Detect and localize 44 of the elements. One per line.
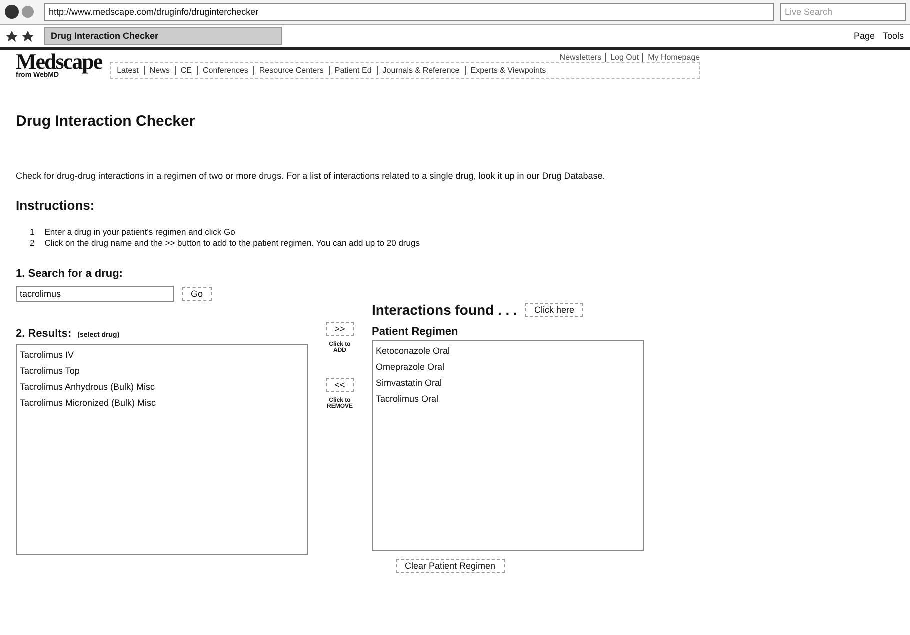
list-option[interactable]: Tacrolimus Anhydrous (Bulk) Misc: [17, 379, 307, 395]
list-option[interactable]: Tacrolimus IV: [17, 347, 307, 363]
top-link[interactable]: Log Out: [604, 53, 640, 62]
top-link[interactable]: My Homepage: [642, 53, 700, 62]
remove-button[interactable]: <<: [326, 378, 354, 392]
step-number: 1: [30, 227, 35, 237]
step-number: 2: [30, 238, 35, 248]
nav-link[interactable]: Patient Ed: [328, 66, 372, 75]
go-button[interactable]: Go: [182, 287, 212, 301]
list-option[interactable]: Tacrolimus Micronized (Bulk) Misc: [17, 395, 307, 411]
step-text: Enter a drug in your patient's regimen and click Go: [44, 227, 236, 237]
page-title: Drug Interaction Checker: [16, 113, 196, 130]
nav-link[interactable]: CE: [174, 66, 192, 75]
list-box[interactable]: Ketoconazole Oral Omeprazole Oral Simvastatin Oral Tacrolimus Oral: [372, 340, 644, 551]
nav-link[interactable]: Journals & Reference: [376, 66, 460, 75]
list-option[interactable]: Simvastatin Oral: [373, 375, 643, 391]
nav-link[interactable]: Experts & Viewpoints: [464, 66, 546, 75]
list-option[interactable]: Ketoconazole Oral: [373, 343, 643, 359]
nav-link[interactable]: Latest: [117, 66, 139, 75]
browser-tab[interactable]: Drug Interaction Checker: [44, 27, 282, 45]
list-option[interactable]: Tacrolimus Top: [17, 363, 307, 379]
toolbar-button[interactable]: Page: [854, 31, 875, 41]
address-bar[interactable]: http://www.medscape.com/druginfo/druginterchecker: [44, 3, 774, 21]
nav-link[interactable]: Conferences: [197, 66, 248, 75]
nav-link[interactable]: Resource Centers: [253, 66, 324, 75]
section-heading: Instructions:: [16, 198, 96, 213]
interactions-label: Interactions found . . .: [372, 302, 518, 318]
intro-text: Check for drug-drug interactions in a regimen of two or more drugs. For a list of interactions related to a single drug, look it up in our Drug Database.: [16, 170, 606, 182]
list-option[interactable]: Omeprazole Oral: [373, 359, 643, 375]
click-here-button[interactable]: Click here: [525, 303, 584, 317]
logo[interactable]: Medscape: [16, 52, 102, 72]
top-link[interactable]: Newsletters: [560, 53, 602, 62]
drug-search-field[interactable]: tacrolimus: [16, 286, 174, 302]
list-box[interactable]: Tacrolimus IV Tacrolimus Top Tacrolimus Anhydrous (Bulk) Misc Tacrolimus Micronized (Bulk) Misc: [16, 344, 308, 555]
search-label: 1. Search for a drug:: [16, 268, 124, 280]
add-button[interactable]: >>: [326, 322, 354, 336]
step-text: Click on the drug name and the >> button to add to the patient regimen. You can add up to 20 drugs: [44, 238, 420, 248]
nav-link[interactable]: News: [144, 66, 170, 75]
regimen-label: Patient Regimen: [372, 326, 460, 338]
favorites-icon[interactable]: [6, 30, 36, 42]
toolbar-button[interactable]: Tools: [882, 31, 904, 41]
list-option[interactable]: Tacrolimus Oral: [373, 391, 643, 407]
clear-regimen-button[interactable]: Clear Patient Regimen: [396, 559, 505, 573]
results-label: 2. Results:: [16, 328, 72, 340]
